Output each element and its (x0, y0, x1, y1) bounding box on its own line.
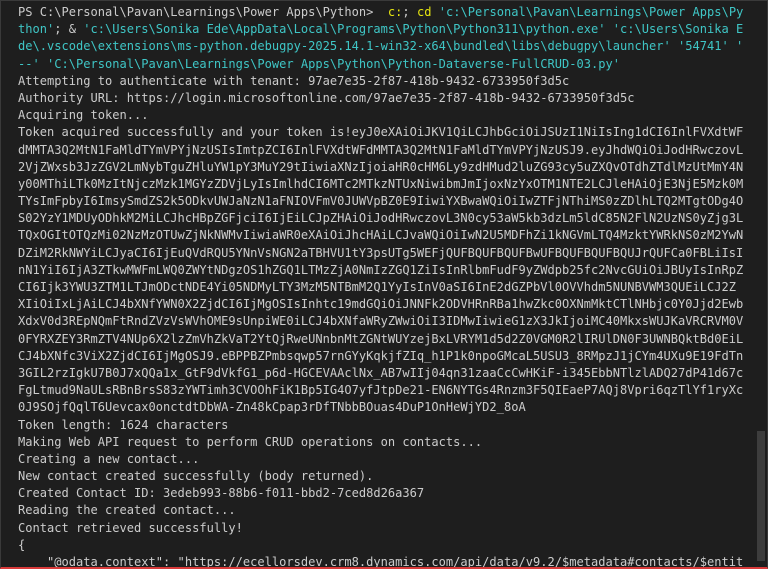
output-line: Contact retrieved successfully! (18, 520, 243, 535)
command-argument: 'c:\Users\Sonika Ede\AppData\Local\Progr… (83, 22, 744, 37)
output-line: Token length: 1624 characters (18, 417, 229, 432)
command-text: ; & (54, 22, 84, 37)
output-line: CI6Ijk3YWU3ZTM1LTJmODctNDE4Yi05NDMyLTY3M… (18, 280, 737, 294)
output-line: TYsImFpbyI6ImsySmdZS2k5ODkvUWJaNzN1aFNIO… (18, 194, 744, 209)
terminal-panel[interactable]: PS C:\Personal\Pavan\Learnings\Power App… (0, 0, 768, 569)
output-line: Making Web API request to perform CRUD o… (18, 434, 483, 449)
output-line: { (18, 537, 26, 552)
output-line: 2VjZWxsb3JzZGV2LmNybTguZHluYW1pY3MuY29tI… (18, 159, 744, 174)
scrollbar-thumb[interactable] (757, 431, 765, 561)
output-line: DZiM2RkNWYiLCJyaCI6IjEuQVdRQU5YNnVsNGN2a… (18, 245, 744, 260)
output-line: Reading the created contact... (18, 503, 236, 518)
output-line: S02YzY1MDUyODhkM2MiLCJhcHBpZGFjciI6IjEiL… (18, 211, 744, 226)
command-line: --' 'C:\Personal\Pavan\Learnings\Power A… (18, 56, 751, 73)
output-line: Authority URL: https://login.microsofton… (18, 90, 635, 105)
output-line: dMMTA3Q2MtN1FaMldTYmVPYjNzUSIsImtpZCI6In… (18, 142, 744, 157)
command-argument: de\.vscode\extensions\ms-python.debugpy-… (18, 39, 744, 54)
output-line: nN1YiI6IjA3ZTkwMWFmLWQ0ZWYtNDgzOS1hZGQ1L… (18, 262, 744, 277)
command-line: de\.vscode\extensions\ms-python.debugpy-… (18, 38, 751, 55)
command-argument: 'c:\Personal\Pavan\Learnings\Power Apps\… (438, 5, 744, 19)
output-line: XIiOiIxLjAiLCJ4bXNfYWN0X2ZjdCI6IjMgOSIsI… (18, 297, 744, 312)
output-line: y00MThiLTk0MzItNjczMzk1MGYzZDVjLyIsImlhd… (18, 176, 744, 191)
output-line: "@odata.context": "https://ecellorsdev.c… (18, 555, 744, 569)
output-line: 0FYRXZEY3RmZTV4NUp6X2lzZmVhZkVaT2YtQjRwe… (18, 331, 744, 346)
output-line: TQxOGItOTQzMi02NzMzOTUwZjNkNWMvIiwiaWR0e… (18, 228, 744, 243)
command-text: PS C:\Personal\Pavan\Learnings\Power App… (18, 5, 381, 19)
output-line: Created Contact ID: 3edeb993-88b6-f011-b… (18, 486, 425, 501)
command-argument: --' 'C:\Personal\Pavan\Learnings\Power A… (18, 56, 620, 71)
command-keyword: c: (380, 5, 403, 19)
scrollbar[interactable] (755, 1, 767, 567)
command-text: ; (402, 5, 417, 19)
output-line: Acquiring token... (18, 108, 149, 123)
output-line: CJ4bXNfc3ViX2ZjdCI6IjMgOSJ9.eBPPBZPmbsqw… (18, 348, 744, 363)
terminal-output: PS C:\Personal\Pavan\Learnings\Power App… (1, 4, 767, 569)
command-line: thon'; & 'c:\Users\Sonika Ede\AppData\Lo… (18, 21, 751, 38)
output-line: 3GIL2rzIgkU7B0J7xQQa1x_GtF9dVkfG1_p6d-HG… (18, 365, 744, 380)
output-line: Token acquired successfully and your tok… (18, 125, 744, 140)
output-line: New contact created successfully (body r… (18, 469, 374, 484)
output-line: Attempting to authenticate with tenant: … (18, 73, 570, 88)
output-line: XdxV0d3REpNQmFtRndZVzVsWVhOME9sUnpiWE0iL… (18, 314, 744, 329)
command-argument: thon' (18, 22, 55, 37)
command-line-prompt: PS C:\Personal\Pavan\Learnings\Power App… (18, 4, 751, 21)
output-line: 0J9SOjfQqlT6Uevcax0onctdtDbWA-Zn48kCpap3… (18, 400, 526, 415)
output-line: FgLtmud9NaULsRBnBrsS83zYWTimh3CVOOhFiK1B… (18, 383, 744, 398)
command-keyword: cd (416, 5, 439, 19)
output-line: Creating a new contact... (18, 451, 200, 466)
